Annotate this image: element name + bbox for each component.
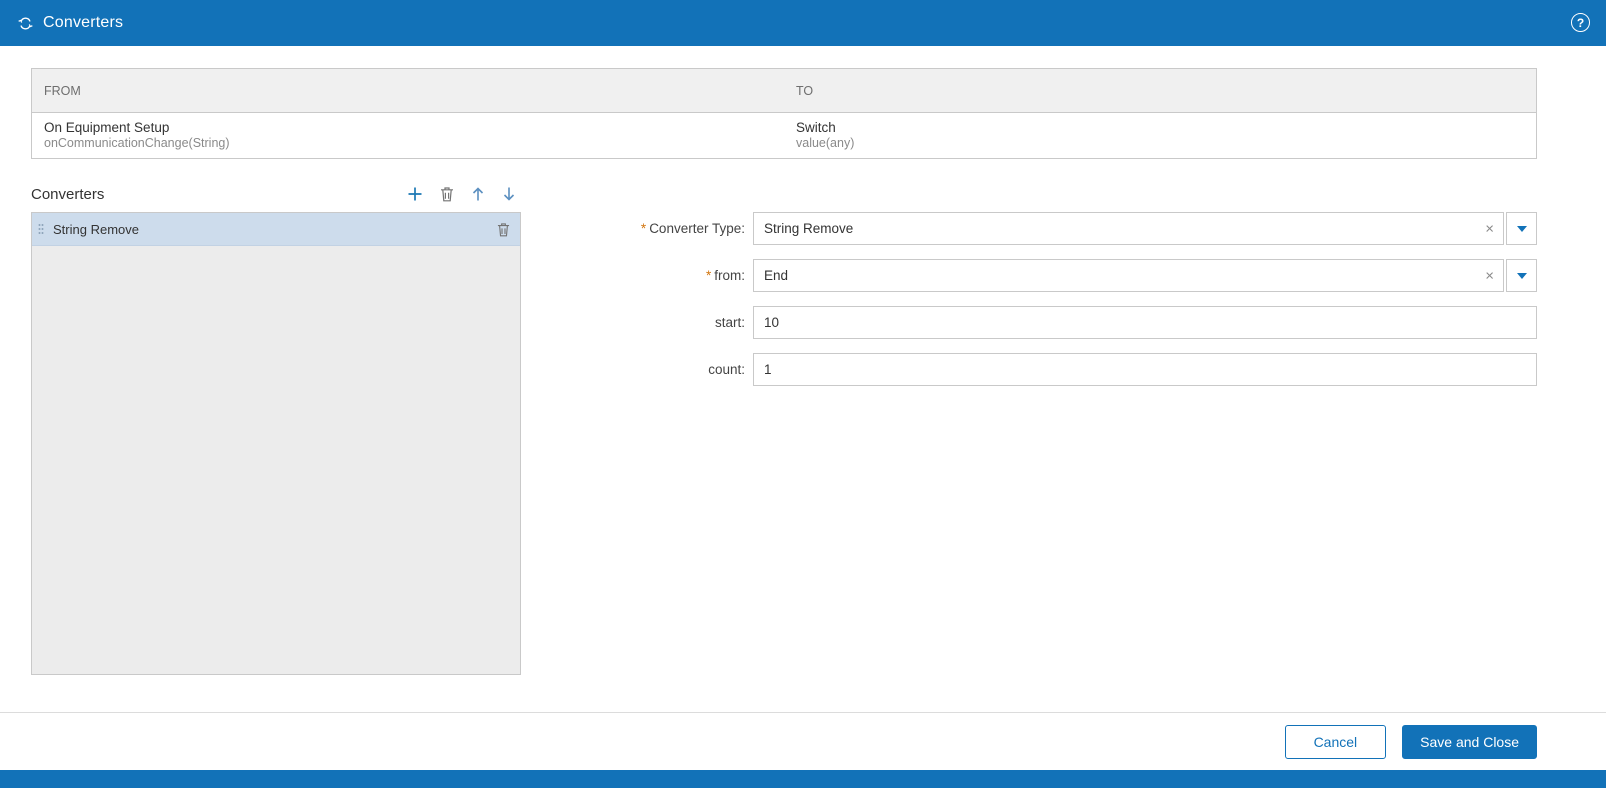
page-title: Converters bbox=[43, 14, 123, 32]
clear-icon[interactable]: × bbox=[1485, 268, 1494, 283]
footer-bar: Cancel Save and Close bbox=[0, 712, 1606, 770]
column-header-to: TO bbox=[784, 84, 1536, 98]
required-marker: * bbox=[641, 221, 646, 236]
converters-panel-title: Converters bbox=[31, 186, 104, 203]
cancel-button[interactable]: Cancel bbox=[1285, 725, 1387, 759]
from-label: *from: bbox=[555, 268, 745, 283]
list-item-label: String Remove bbox=[53, 222, 497, 237]
converters-panel: Converters bbox=[31, 185, 521, 675]
main-area: Converters bbox=[31, 185, 1537, 675]
converters-toolbar bbox=[407, 186, 521, 202]
chevron-down-icon bbox=[1517, 226, 1527, 232]
column-header-from: FROM bbox=[32, 84, 784, 98]
converter-form: *Converter Type: String Remove × *from: … bbox=[521, 212, 1537, 675]
add-converter-icon[interactable] bbox=[407, 186, 423, 202]
form-row-from: *from: End × bbox=[555, 259, 1537, 292]
clear-icon[interactable]: × bbox=[1485, 221, 1494, 236]
from-dropdown-button[interactable] bbox=[1506, 259, 1537, 292]
to-title: Switch bbox=[796, 120, 1536, 136]
bottom-accent-bar bbox=[0, 770, 1606, 788]
start-input[interactable] bbox=[753, 306, 1537, 339]
mapping-table: FROM TO On Equipment Setup onCommunicati… bbox=[31, 68, 1537, 159]
converter-type-value: String Remove bbox=[764, 221, 853, 236]
from-title: On Equipment Setup bbox=[44, 120, 784, 136]
form-row-start: start: bbox=[555, 306, 1537, 339]
converters-icon bbox=[18, 16, 33, 31]
save-and-close-button[interactable]: Save and Close bbox=[1402, 725, 1537, 759]
from-combobox[interactable]: End × bbox=[753, 259, 1504, 292]
form-row-count: count: bbox=[555, 353, 1537, 386]
move-up-icon[interactable] bbox=[471, 186, 485, 202]
title-bar: Converters ? bbox=[0, 0, 1606, 46]
list-item-string-remove[interactable]: String Remove bbox=[32, 213, 520, 246]
start-label: start: bbox=[555, 315, 745, 330]
from-subtitle: onCommunicationChange(String) bbox=[44, 136, 784, 151]
converter-type-combobox[interactable]: String Remove × bbox=[753, 212, 1504, 245]
converters-list: String Remove bbox=[31, 212, 521, 675]
table-row: On Equipment Setup onCommunicationChange… bbox=[32, 113, 1536, 158]
to-subtitle: value(any) bbox=[796, 136, 1536, 151]
move-down-icon[interactable] bbox=[502, 186, 516, 202]
converter-type-label: *Converter Type: bbox=[555, 221, 745, 236]
count-label: count: bbox=[555, 362, 745, 377]
help-icon[interactable]: ? bbox=[1571, 13, 1590, 32]
required-marker: * bbox=[706, 268, 711, 283]
chevron-down-icon bbox=[1517, 273, 1527, 279]
delete-converter-icon[interactable] bbox=[440, 186, 454, 202]
mapping-table-header: FROM TO bbox=[32, 69, 1536, 113]
converter-type-dropdown-button[interactable] bbox=[1506, 212, 1537, 245]
from-value: End bbox=[764, 268, 788, 283]
drag-handle-icon[interactable] bbox=[32, 221, 49, 237]
count-input[interactable] bbox=[753, 353, 1537, 386]
form-row-converter-type: *Converter Type: String Remove × bbox=[555, 212, 1537, 245]
item-trash-icon[interactable] bbox=[497, 222, 510, 237]
